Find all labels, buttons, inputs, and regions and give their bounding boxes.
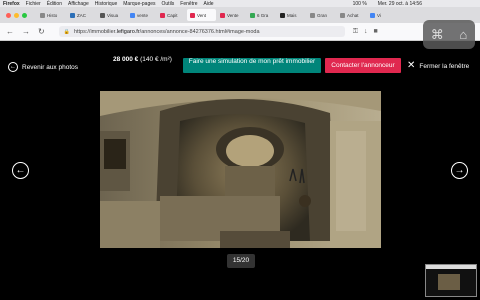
chevron-left-icon: ← — [15, 165, 26, 176]
browser-tab[interactable]: Histo — [37, 9, 66, 21]
tab-favicon-icon — [100, 12, 105, 18]
tab-favicon-icon — [280, 12, 285, 18]
tab-label: Vent — [197, 12, 207, 18]
browser-tab[interactable]: Vente — [217, 9, 246, 21]
tab-favicon-icon — [160, 12, 165, 18]
tab-label: Mais — [287, 12, 297, 18]
tab-label: Vi — [377, 12, 381, 18]
tab-favicon-icon — [370, 12, 375, 18]
shield-icon[interactable]: ⚿ — [353, 28, 358, 36]
download-icon[interactable]: ↓ — [364, 28, 368, 36]
url-prefix: https://immobilier. — [73, 28, 117, 35]
url-domain: lefigaro.fr — [116, 28, 140, 35]
close-icon: ✕ — [407, 60, 416, 71]
menu-tools[interactable]: Outils — [162, 1, 175, 7]
menu-view[interactable]: Affichage — [68, 1, 89, 7]
browser-tab[interactable]: Gran — [307, 9, 336, 21]
browser-tab[interactable]: Mais — [277, 9, 306, 21]
next-photo-button[interactable]: → — [451, 162, 468, 179]
browser-tab[interactable]: Visua — [97, 9, 126, 21]
close-window-button[interactable] — [6, 12, 11, 18]
tab-favicon-icon — [340, 12, 345, 18]
screenshot-preview-thumbnail[interactable] — [425, 264, 477, 297]
menu-bookmarks[interactable]: Marque-pages — [123, 1, 155, 7]
close-window-label: Fermer la fenêtre — [419, 62, 470, 70]
extensions-icon[interactable]: ■ — [374, 28, 378, 36]
browser-tab[interactable]: Achat — [337, 9, 366, 21]
browser-tab[interactable]: Capit — [157, 9, 186, 21]
command-key-icon[interactable]: ⌘ — [431, 27, 444, 43]
menu-edit[interactable]: Édition — [47, 1, 62, 7]
lock-icon[interactable]: 🔒 — [64, 29, 70, 35]
previous-photo-button[interactable]: ← — [12, 162, 29, 179]
back-arrow-icon[interactable]: ← — [6, 27, 14, 36]
browser-tab[interactable]: vente — [127, 9, 156, 21]
tab-favicon-icon — [310, 12, 315, 18]
tab-label: vente — [137, 12, 149, 18]
loan-simulation-button[interactable]: Faire une simulation de mon prêt immobil… — [183, 58, 321, 73]
tab-label: Gran — [317, 12, 328, 18]
forward-arrow-icon[interactable]: → — [22, 27, 30, 36]
menubar-app-name[interactable]: Firefox — [3, 1, 20, 7]
url-path: /annonces/annonce-84276376.html#image-mo… — [139, 28, 260, 35]
contact-advertiser-button[interactable]: Contacter l'annonceur — [325, 58, 401, 73]
back-to-photos-label: Revenir aux photos — [22, 63, 79, 71]
price-block: 28 000 € (140 € /m²) — [113, 55, 175, 64]
tab-label: Achat — [347, 12, 359, 18]
tab-favicon-icon — [250, 12, 255, 18]
tab-label: Vente — [227, 12, 239, 18]
minimize-window-button[interactable] — [14, 12, 19, 18]
floating-shortcut-widget[interactable]: ⌘ ⌂ — [423, 20, 475, 49]
price: 28 000 € — [113, 56, 139, 63]
price-per-m2: (140 € /m²) — [140, 56, 172, 63]
tab-favicon-icon — [40, 12, 45, 18]
tab-favicon-icon — [130, 12, 135, 18]
menu-window[interactable]: Fenêtre — [180, 1, 197, 7]
reload-icon[interactable]: ↻ — [38, 27, 45, 36]
tab-favicon-icon — [70, 12, 75, 18]
chevron-right-icon: → — [454, 165, 465, 176]
listing-photo — [100, 91, 381, 248]
window-controls — [6, 12, 27, 18]
photo-counter: 15/20 — [227, 254, 255, 268]
menu-file[interactable]: Fichier — [26, 1, 41, 7]
back-to-photos-button[interactable]: ← Revenir aux photos — [8, 62, 78, 72]
tab-bar: Histo ZAC Visua vente Capit Vent Vente 6 Gra Mai… — [0, 7, 480, 23]
navigation-toolbar: ← → ↻ 🔒 https://immobilier. lefigaro.fr/a… — [0, 23, 480, 41]
home-icon[interactable]: ⌂ — [459, 27, 467, 42]
browser-tab[interactable]: 6 Gra — [247, 9, 276, 21]
tab-favicon-icon — [190, 12, 195, 18]
arrow-left-circle-icon: ← — [8, 62, 18, 72]
os-menubar: Firefox Fichier Édition Affichage Histor… — [0, 0, 480, 7]
menu-help[interactable]: Aide — [204, 1, 214, 7]
menu-history[interactable]: Historique — [95, 1, 118, 7]
tab-label: Visua — [107, 12, 119, 18]
browser-tab[interactable]: Vi — [367, 9, 396, 21]
tab-label: ZAC — [77, 12, 86, 18]
zoom-window-button[interactable] — [22, 12, 27, 18]
close-window-link[interactable]: ✕ Fermer la fenêtre — [407, 60, 470, 71]
viewer-header: ← Revenir aux photos 28 000 € (140 € /m²… — [0, 52, 480, 80]
browser-tab[interactable]: ZAC — [67, 9, 96, 21]
tab-label: Histo — [47, 12, 58, 18]
tab-favicon-icon — [220, 12, 225, 18]
clock[interactable]: Mer. 29 oct. à 14:56 — [378, 1, 422, 7]
tab-label: 6 Gra — [257, 12, 269, 18]
browser-tab[interactable]: Vent — [187, 9, 216, 21]
battery-status[interactable]: 100 % — [353, 1, 367, 7]
tab-label: Capit — [167, 12, 178, 18]
address-bar[interactable]: 🔒 https://immobilier. lefigaro.fr/annonce… — [58, 26, 345, 37]
